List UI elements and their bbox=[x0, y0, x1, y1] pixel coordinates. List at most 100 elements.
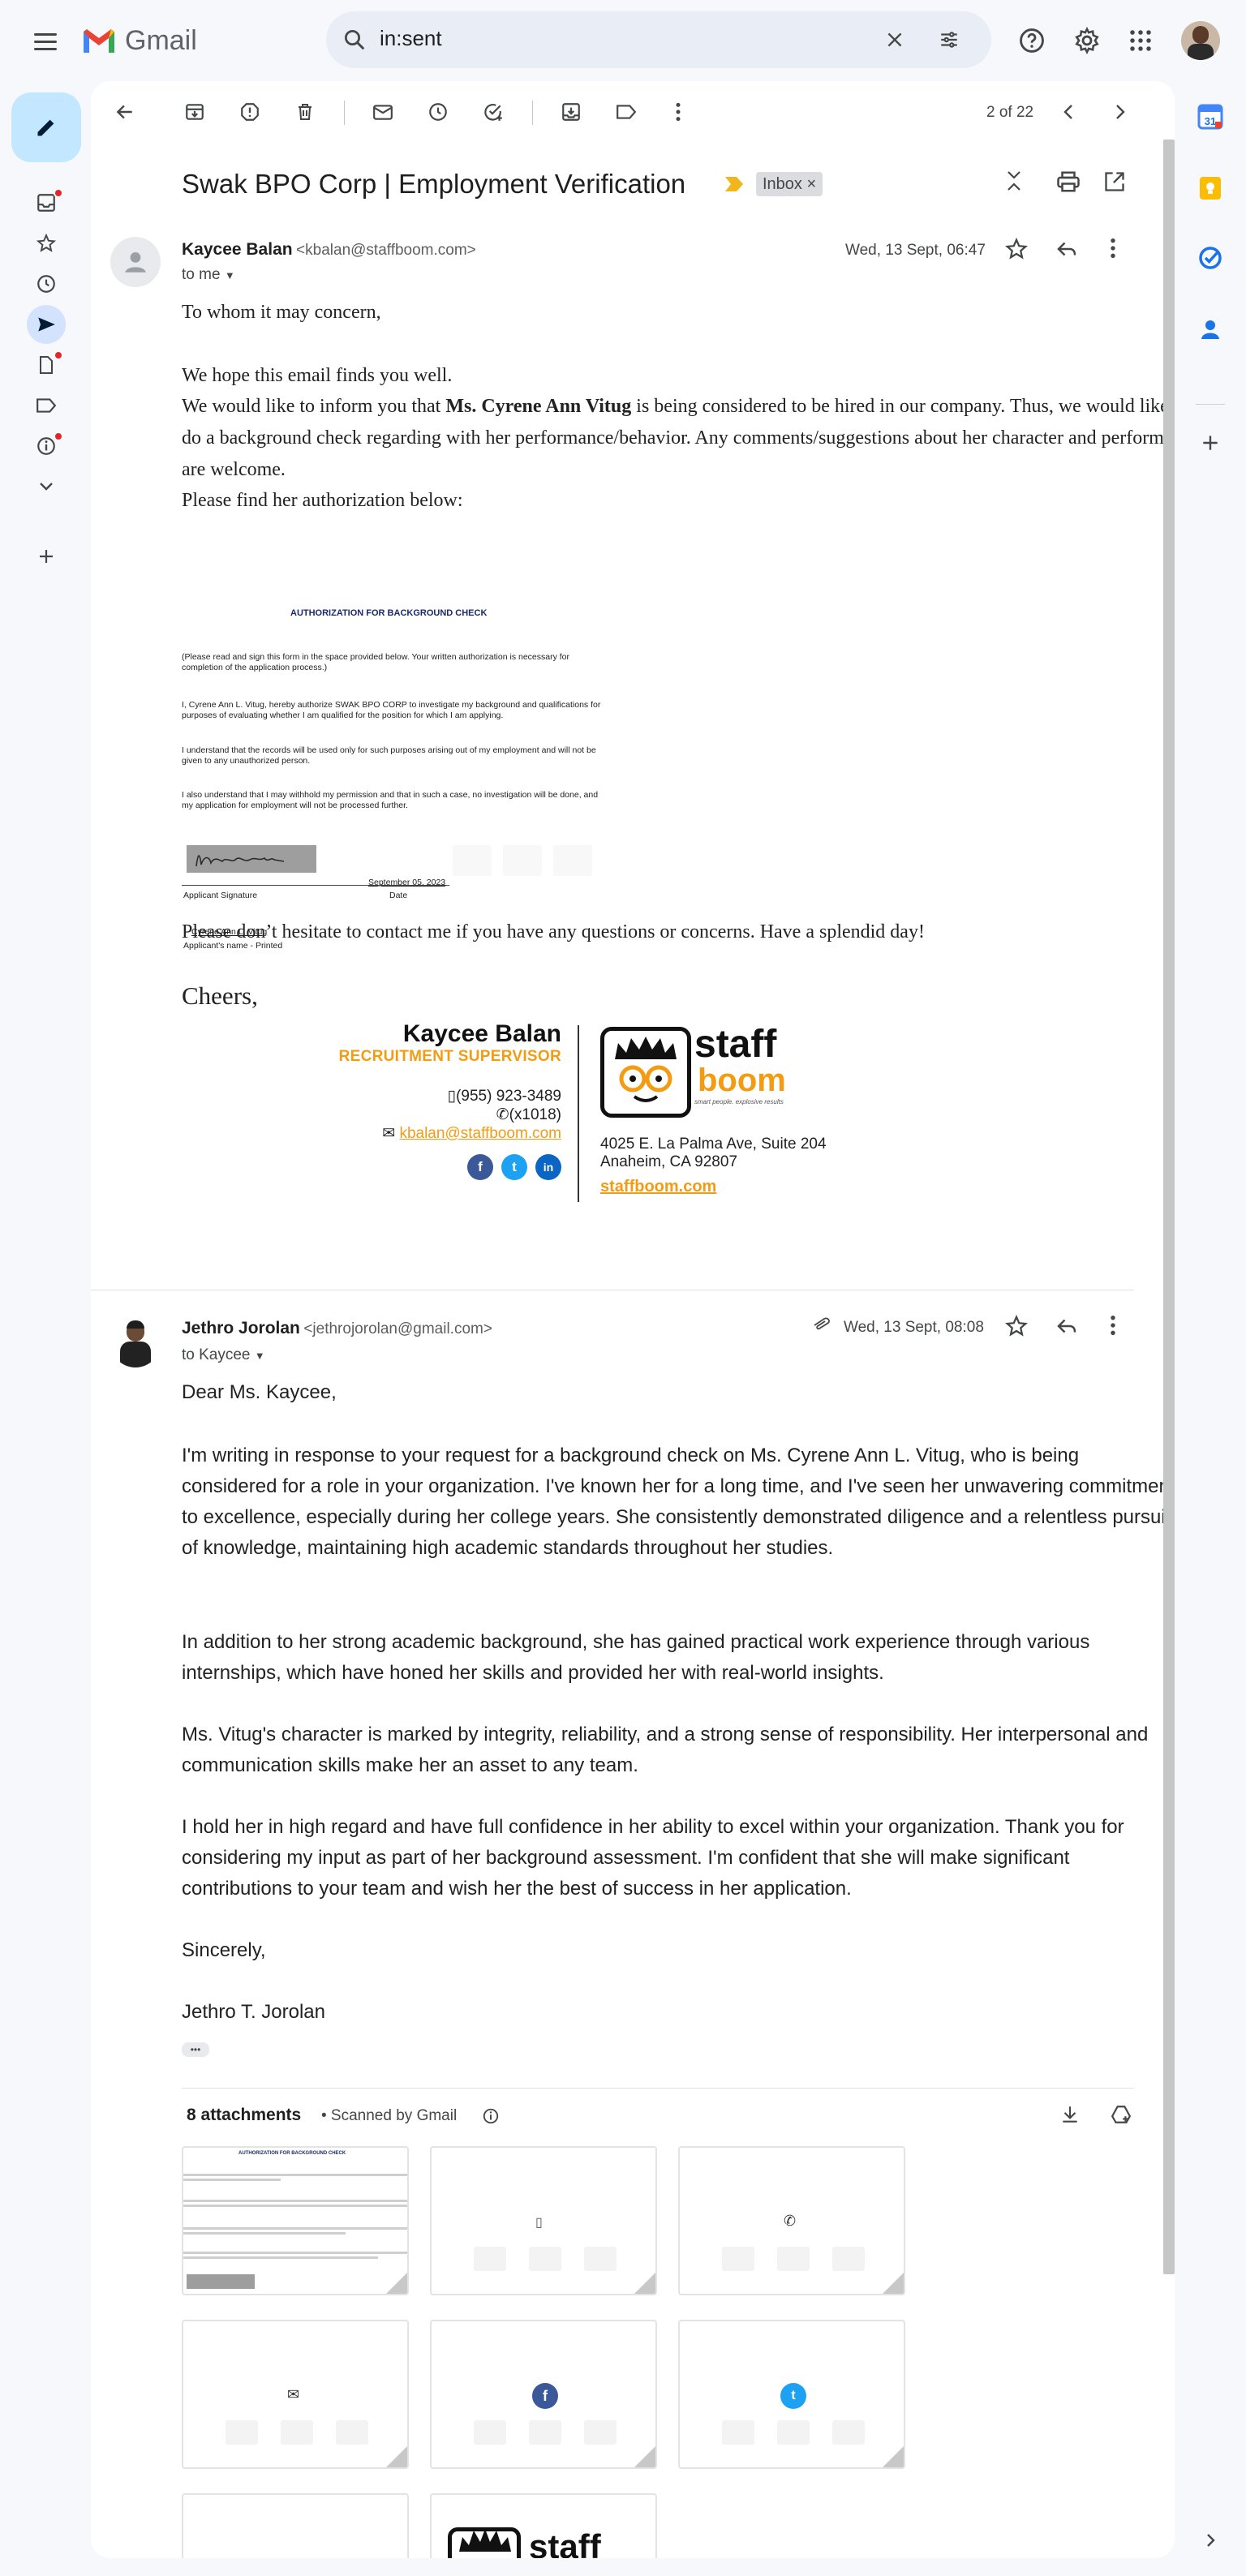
star-icon[interactable] bbox=[1004, 237, 1029, 265]
social-links: f t in bbox=[221, 1154, 561, 1180]
help-icon[interactable] bbox=[1012, 21, 1051, 60]
snooze-icon[interactable] bbox=[419, 92, 458, 131]
staffboom-logo[interactable]: staff boom bbox=[509, 1024, 786, 1121]
important-marker-icon[interactable] bbox=[724, 175, 745, 193]
show-trimmed-content-button[interactable]: ••• bbox=[182, 2042, 209, 2057]
attachment-thumb-logo[interactable]: staff bbox=[430, 2493, 657, 2558]
main-menu-icon[interactable] bbox=[26, 23, 65, 62]
gmail-logo[interactable]: Gmail bbox=[81, 23, 197, 58]
attachment-thumb-phone2[interactable]: ✆ bbox=[678, 2146, 905, 2295]
nav-inbox[interactable] bbox=[27, 183, 66, 222]
nav-drafts[interactable] bbox=[27, 346, 66, 384]
open-new-window-icon[interactable] bbox=[1103, 170, 1126, 197]
linkedin-icon[interactable]: in bbox=[535, 1154, 561, 1180]
clear-search-icon[interactable] bbox=[884, 29, 905, 50]
recipients-toggle[interactable]: to Kaycee ▼ bbox=[182, 1346, 265, 1364]
reply-icon[interactable] bbox=[1055, 1314, 1079, 1342]
compose-button[interactable] bbox=[11, 92, 81, 162]
show-side-panel-chevron-icon[interactable] bbox=[1192, 2522, 1228, 2558]
newer-chevron-left-icon[interactable] bbox=[1050, 92, 1089, 131]
sender-email: <kbalan@staffboom.com> bbox=[296, 242, 476, 259]
sender-name: Kaycee Balan bbox=[182, 240, 293, 259]
star-icon[interactable] bbox=[1004, 1314, 1029, 1342]
to-text: to me bbox=[182, 266, 221, 283]
attachment-thumb-form[interactable]: AUTHORIZATION FOR BACKGROUND CHECK bbox=[182, 2146, 409, 2295]
nav-starred[interactable] bbox=[27, 224, 66, 263]
attachment-thumb-facebook[interactable]: f bbox=[430, 2320, 657, 2469]
nav-more[interactable] bbox=[27, 467, 66, 506]
envelope-icon: ✉ bbox=[287, 2386, 300, 2402]
add-to-drive-icon[interactable] bbox=[1110, 2104, 1132, 2125]
info-icon[interactable] bbox=[482, 2107, 500, 2125]
add-to-tasks-icon[interactable] bbox=[474, 92, 513, 131]
message1-sender[interactable]: Kaycee Balan <kbalan@staffboom.com> bbox=[182, 240, 476, 260]
logo-word-boom: boom bbox=[698, 1063, 786, 1098]
download-all-icon[interactable] bbox=[1059, 2104, 1081, 2125]
nav-important[interactable] bbox=[27, 427, 66, 466]
attachment-thumb-phone[interactable]: ▯ bbox=[430, 2146, 657, 2295]
keep-icon[interactable] bbox=[1192, 170, 1228, 206]
archive-icon[interactable] bbox=[175, 92, 214, 131]
message1-greeting: To whom it may concern, bbox=[182, 302, 381, 323]
labels-icon[interactable] bbox=[607, 92, 646, 131]
collapse-all-icon[interactable] bbox=[1004, 169, 1037, 201]
signature-address1: 4025 E. La Palma Ave, Suite 204 bbox=[600, 1136, 827, 1153]
more-vert-icon[interactable] bbox=[659, 92, 698, 131]
contacts-icon[interactable] bbox=[1192, 311, 1228, 347]
signature-email-link[interactable]: kbalan@staffboom.com bbox=[399, 1125, 561, 1142]
delete-icon[interactable] bbox=[286, 92, 324, 131]
authorization-form-image[interactable]: AUTHORIZATION FOR BACKGROUND CHECK (Plea… bbox=[182, 519, 604, 951]
nav-label[interactable] bbox=[27, 386, 66, 425]
gmail-wordmark: Gmail bbox=[125, 24, 197, 56]
recipients-toggle[interactable]: to me ▼ bbox=[182, 266, 235, 284]
facebook-icon: f bbox=[532, 2383, 558, 2409]
more-vert-icon[interactable] bbox=[1110, 237, 1116, 264]
candidate-name: Ms. Cyrene Ann Vitug bbox=[445, 396, 632, 417]
unread-dot bbox=[54, 188, 63, 198]
gmail-m-icon bbox=[84, 29, 114, 53]
print-icon[interactable] bbox=[1056, 170, 1081, 197]
more-vert-icon[interactable] bbox=[1110, 1314, 1116, 1341]
get-addons-plus-icon[interactable] bbox=[1192, 425, 1228, 461]
mobile-phone-icon: ▯ bbox=[535, 2216, 543, 2230]
sender-avatar[interactable] bbox=[110, 237, 161, 287]
draft-icon bbox=[40, 356, 53, 374]
mark-unread-icon[interactable] bbox=[363, 92, 402, 131]
move-to-icon[interactable] bbox=[552, 92, 591, 131]
inbox-label-chip[interactable]: Inbox × bbox=[756, 172, 823, 196]
settings-gear-icon[interactable] bbox=[1068, 21, 1106, 60]
search-icon[interactable] bbox=[342, 28, 367, 52]
attachment-thumb-twitter[interactable]: t bbox=[678, 2320, 905, 2469]
label-icon bbox=[37, 398, 57, 413]
facebook-icon[interactable]: f bbox=[467, 1154, 493, 1180]
sender2-avatar[interactable] bbox=[110, 1317, 161, 1367]
search-bar[interactable] bbox=[326, 11, 991, 68]
older-chevron-right-icon[interactable] bbox=[1100, 92, 1139, 131]
form-para2: I understand that the records will be us… bbox=[182, 745, 596, 766]
nav-sent[interactable] bbox=[27, 305, 66, 344]
p2-text: We would like to inform you that bbox=[182, 396, 446, 417]
form-signature-label: Applicant Signature bbox=[183, 891, 258, 900]
search-options-icon[interactable] bbox=[938, 29, 960, 50]
to-text: to Kaycee bbox=[182, 1346, 251, 1363]
account-avatar[interactable] bbox=[1181, 21, 1220, 60]
search-input[interactable] bbox=[380, 26, 866, 51]
reply-icon[interactable] bbox=[1055, 237, 1079, 265]
create-label-button[interactable] bbox=[27, 537, 66, 576]
back-icon[interactable] bbox=[105, 92, 144, 131]
chevron-down-icon bbox=[40, 483, 53, 491]
signature-website-link[interactable]: staffboom.com bbox=[600, 1178, 716, 1196]
attachment-thumb-blank[interactable] bbox=[182, 2493, 409, 2558]
attachment-thumb-mail[interactable]: ✉ bbox=[182, 2320, 409, 2469]
phone-icon: ✆ bbox=[496, 1106, 509, 1123]
message2-sender[interactable]: Jethro Jorolan <jethrojorolan@gmail.com> bbox=[182, 1319, 492, 1338]
sender-email: <jethrojorolan@gmail.com> bbox=[303, 1320, 492, 1337]
twitter-icon[interactable]: t bbox=[501, 1154, 527, 1180]
tasks-icon[interactable] bbox=[1192, 240, 1228, 276]
apps-grid-icon[interactable] bbox=[1121, 21, 1160, 60]
nav-snoozed[interactable] bbox=[27, 264, 66, 303]
report-spam-icon[interactable] bbox=[230, 92, 269, 131]
scrollbar-thumb[interactable] bbox=[1163, 140, 1175, 2274]
calendar-icon[interactable]: 31 bbox=[1192, 99, 1228, 135]
remove-label-icon[interactable]: × bbox=[807, 175, 817, 193]
